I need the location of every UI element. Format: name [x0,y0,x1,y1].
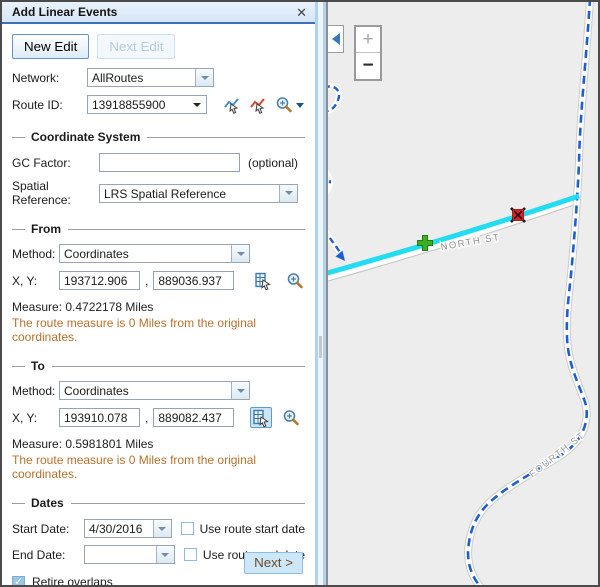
select-to-route-icon[interactable] [247,94,269,115]
use-route-start-date-label: Use route start date [200,522,305,536]
retire-overlaps-checkbox[interactable] [12,576,25,586]
magnifier-plus-icon [282,409,300,427]
to-xy-label: X, Y: [12,411,59,425]
to-x-input[interactable] [59,408,140,427]
map-canvas[interactable]: NORTH ST FOURTH ST + − [326,2,598,585]
network-dropdown[interactable]: AllRoutes [87,68,214,87]
network-dropdown-button[interactable] [195,69,213,86]
route-id-value: 13918855900 [92,98,193,112]
close-icon[interactable]: ✕ [296,6,307,19]
chevron-down-icon [158,527,166,531]
zoom-out-button[interactable]: − [356,53,380,79]
use-route-start-date-checkbox[interactable] [181,522,194,535]
xy-separator: , [145,411,148,425]
optional-hint: (optional) [248,156,298,170]
from-method-label: Method: [12,247,59,261]
panel-titlebar: Add Linear Events ✕ [2,2,315,24]
from-method-value: Coordinates [60,245,231,262]
chevron-down-icon [201,76,209,80]
from-method-dropdown[interactable]: Coordinates [59,244,250,263]
new-edit-button[interactable]: New Edit [12,34,89,59]
start-date-value: 4/30/2016 [85,520,153,537]
chevron-down-icon [161,553,169,557]
use-route-end-date-checkbox[interactable] [184,548,197,561]
pick-to-coordinates-icon[interactable] [250,407,272,428]
network-value: AllRoutes [88,69,195,86]
from-measure-warning: The route measure is 0 Miles from the or… [12,316,305,344]
route-id-label: Route ID: [12,98,87,112]
spatial-reference-label: Spatial Reference: [12,179,99,207]
to-point-marker[interactable] [511,208,525,222]
select-to-route-icon [249,96,267,114]
to-measure-text: Measure: 0.5981801 Miles [12,437,305,451]
end-date-label: End Date: [12,548,84,562]
chevron-down-icon [193,103,201,107]
chevron-down-icon [285,191,293,195]
chevron-down-icon [237,389,245,393]
to-method-dropdown-button[interactable] [231,382,249,399]
from-heading-text: From [31,222,61,236]
from-y-input[interactable] [153,271,234,290]
zoom-in-button[interactable]: + [356,27,380,53]
xy-separator: , [145,274,148,288]
from-xy-label: X, Y: [12,274,59,288]
from-heading: From [12,222,305,236]
start-date-label: Start Date: [12,522,84,536]
from-x-input[interactable] [59,271,140,290]
pick-coordinates-icon [252,409,271,427]
map-features: NORTH ST FOURTH ST [328,2,598,585]
to-heading-text: To [31,359,45,373]
panel-splitter[interactable] [315,2,326,585]
zoom-to-route-icon[interactable] [275,94,305,115]
selected-route-highlight [328,196,579,274]
from-measure-text: Measure: 0.4722178 Miles [12,300,305,314]
route-id-combo[interactable]: 13918855900 [87,95,207,114]
chevron-down-icon [237,252,245,256]
add-linear-events-panel: Add Linear Events ✕ New Edit Next Edit N… [2,2,315,585]
start-date-dropdown-button[interactable] [153,520,171,537]
end-date-dropdown[interactable] [84,545,175,564]
end-date-dropdown-button[interactable] [156,546,174,563]
gc-factor-label: GC Factor: [12,156,99,170]
zoom-to-from-point-icon[interactable] [284,270,306,291]
pick-coordinates-icon [254,272,273,290]
map-zoom-control: + − [354,25,382,81]
dates-heading-text: Dates [31,496,64,510]
to-heading: To [12,359,305,373]
to-method-value: Coordinates [60,382,231,399]
coordinate-system-heading: Coordinate System [12,130,305,144]
pick-from-coordinates-icon[interactable] [252,270,274,291]
end-date-value [85,546,156,563]
chevron-left-icon [332,33,340,45]
spatial-reference-dropdown[interactable]: LRS Spatial Reference [99,184,298,203]
from-method-dropdown-button[interactable] [231,245,249,262]
collapse-panel-button[interactable] [328,25,344,53]
zoom-to-route-magnifier-icon [275,96,305,114]
select-from-route-icon[interactable] [221,94,243,115]
network-label: Network: [12,71,87,85]
spatial-reference-dropdown-button[interactable] [279,185,297,202]
spatial-reference-value: LRS Spatial Reference [100,185,279,202]
to-method-label: Method: [12,384,59,398]
to-measure-warning: The route measure is 0 Miles from the or… [12,453,305,481]
coordinate-system-heading-text: Coordinate System [31,130,140,144]
to-y-input[interactable] [153,408,234,427]
to-method-dropdown[interactable]: Coordinates [59,381,250,400]
road-fill [468,2,590,585]
splitter-handle[interactable] [319,336,322,358]
select-from-route-icon [223,96,241,114]
dates-heading: Dates [12,496,305,510]
start-date-dropdown[interactable]: 4/30/2016 [84,519,172,538]
retire-overlaps-label: Retire overlaps [32,575,113,585]
street-label-fourth-st: FOURTH ST [527,430,587,480]
next-edit-button: Next Edit [97,34,175,59]
zoom-to-to-point-icon[interactable] [280,407,302,428]
panel-title: Add Linear Events [12,5,296,19]
next-button[interactable]: Next > [244,552,303,574]
gc-factor-input[interactable] [99,153,240,172]
application-window: Add Linear Events ✕ New Edit Next Edit N… [0,0,600,587]
magnifier-plus-icon [286,272,304,290]
